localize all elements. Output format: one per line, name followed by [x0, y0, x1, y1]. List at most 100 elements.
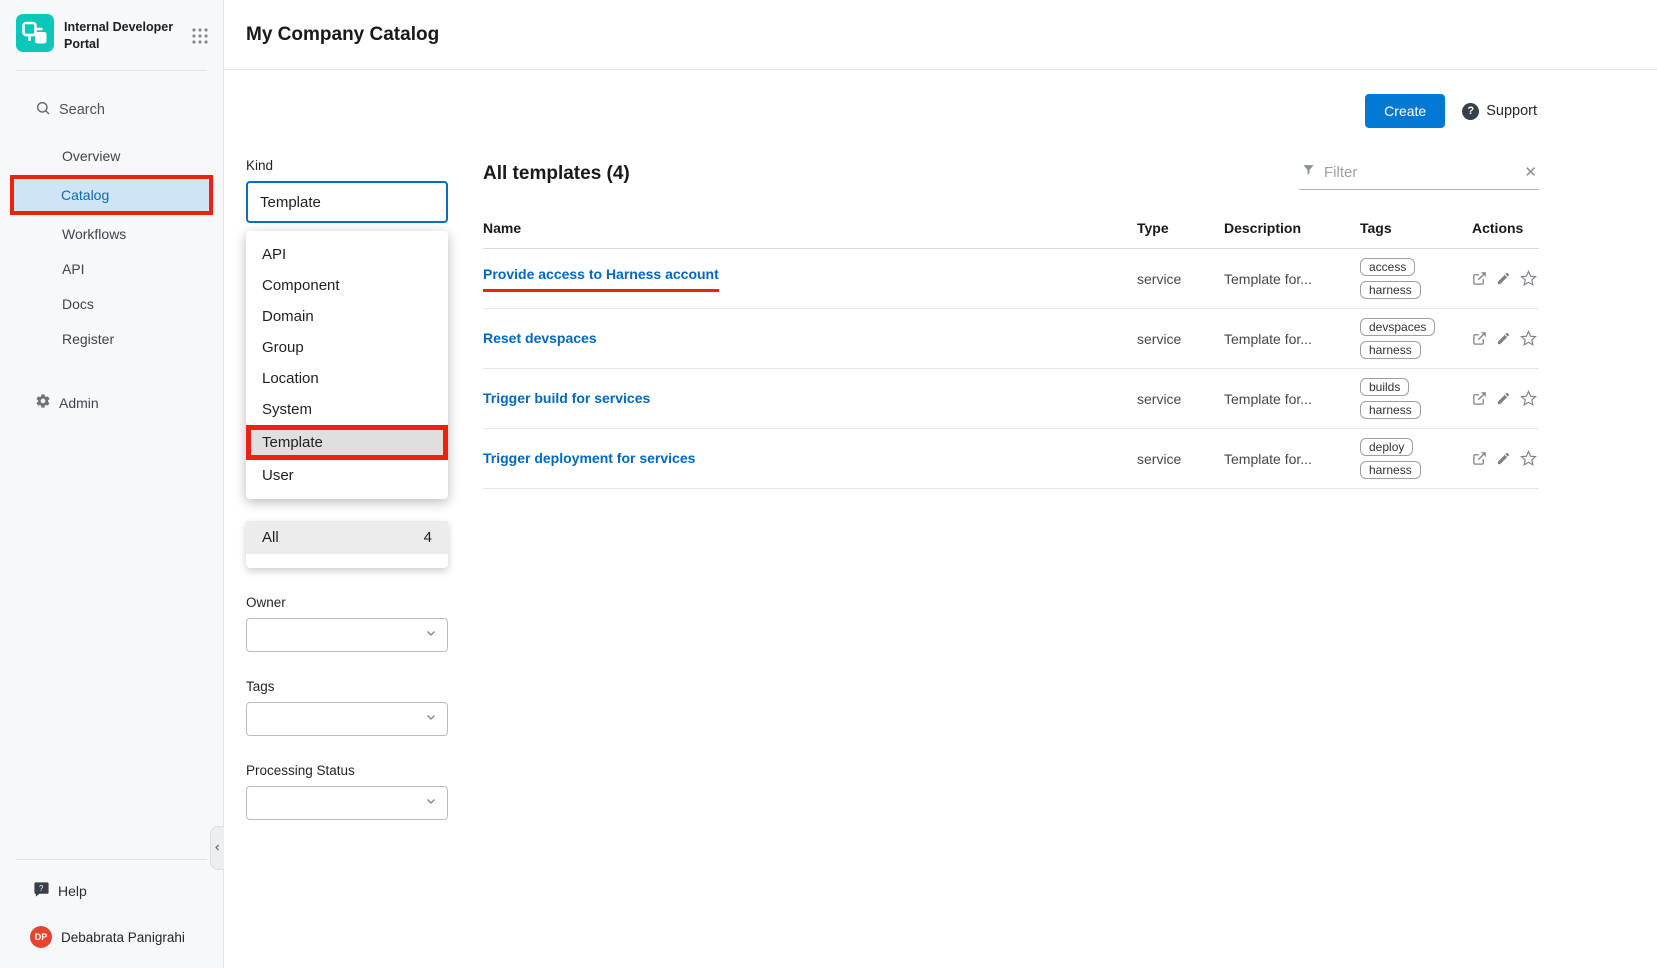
user-menu[interactable]: DP Debabrata Panigrahi — [0, 906, 223, 952]
table-row: Provide access to Harness account servic… — [483, 249, 1539, 309]
edit-pencil-icon[interactable] — [1496, 331, 1511, 346]
tag-chip[interactable]: access — [1360, 258, 1415, 276]
filters-panel: Kind Template API Component Domain Group… — [246, 158, 448, 820]
tag-chip[interactable]: harness — [1360, 461, 1421, 479]
tag-chip[interactable]: builds — [1360, 378, 1409, 396]
column-header-description: Description — [1224, 220, 1360, 236]
tags-label: Tags — [246, 679, 448, 694]
kind-count-all-label: All — [262, 529, 279, 546]
star-icon[interactable] — [1520, 390, 1537, 407]
kind-option-domain[interactable]: Domain — [246, 301, 448, 332]
tag-chip[interactable]: harness — [1360, 401, 1421, 419]
sidebar-nav: Overview Catalog Workflows API Docs Regi… — [0, 137, 223, 358]
svg-text:?: ? — [39, 884, 44, 893]
kind-option-api[interactable]: API — [246, 239, 448, 270]
support-label: Support — [1486, 103, 1537, 119]
template-link[interactable]: Reset devspaces — [483, 330, 597, 346]
divider — [16, 70, 207, 71]
sidebar-bottom: ? Help DP Debabrata Panigrahi — [0, 859, 223, 968]
owner-select[interactable] — [246, 618, 448, 652]
sidebar-search[interactable]: Search — [0, 91, 223, 129]
app-logo-icon — [16, 14, 54, 57]
kind-option-user[interactable]: User — [246, 460, 448, 491]
tags-select[interactable] — [246, 702, 448, 736]
help-chat-icon: ? — [33, 881, 50, 901]
star-icon[interactable] — [1520, 330, 1537, 347]
tag-chip[interactable]: harness — [1360, 341, 1421, 359]
user-name: Debabrata Panigrahi — [61, 930, 185, 945]
table-row: Reset devspaces service Template for... … — [483, 309, 1539, 369]
question-icon: ? — [1462, 103, 1479, 120]
apps-grid-icon[interactable] — [191, 27, 209, 45]
row-tags: devspaces harness — [1360, 318, 1464, 359]
star-icon[interactable] — [1520, 450, 1537, 467]
sidebar-item-api[interactable]: API — [15, 253, 208, 285]
edit-pencil-icon[interactable] — [1496, 271, 1511, 286]
column-header-name: Name — [483, 220, 1137, 236]
owner-label: Owner — [246, 595, 448, 610]
app-window: Internal Developer Portal Search Overvie… — [0, 0, 1657, 968]
toolbar: Create ? Support — [224, 70, 1657, 128]
edit-pencil-icon[interactable] — [1496, 391, 1511, 406]
tag-chip[interactable]: devspaces — [1360, 318, 1435, 336]
tag-chip[interactable]: deploy — [1360, 438, 1413, 456]
sidebar-item-catalog[interactable]: Catalog — [14, 179, 209, 211]
annotation-box-template: Template — [246, 425, 448, 460]
brand: Internal Developer Portal — [0, 0, 223, 70]
sidebar-item-overview[interactable]: Overview — [15, 140, 208, 172]
row-type: service — [1137, 271, 1224, 287]
sidebar-item-register[interactable]: Register — [15, 323, 208, 355]
support-button[interactable]: ? Support — [1462, 103, 1537, 120]
row-actions — [1464, 270, 1539, 287]
template-link[interactable]: Trigger deployment for services — [483, 450, 695, 466]
kind-option-component[interactable]: Component — [246, 270, 448, 301]
sidebar-item-help[interactable]: ? Help — [0, 876, 223, 906]
list-filter: ✕ — [1299, 158, 1539, 190]
chevron-left-icon — [213, 839, 222, 857]
kind-select[interactable]: Template — [246, 181, 448, 223]
avatar: DP — [30, 926, 52, 948]
row-actions — [1464, 390, 1539, 407]
open-in-new-icon[interactable] — [1472, 451, 1487, 466]
open-in-new-icon[interactable] — [1472, 331, 1487, 346]
sidebar-item-workflows[interactable]: Workflows — [15, 218, 208, 250]
clear-filter-icon[interactable]: ✕ — [1524, 165, 1537, 180]
kind-count-all-value: 4 — [424, 529, 432, 546]
table-header-row: Name Type Description Tags Actions — [483, 214, 1539, 249]
processing-status-select[interactable] — [246, 786, 448, 820]
edit-pencil-icon[interactable] — [1496, 451, 1511, 466]
sidebar-item-docs[interactable]: Docs — [15, 288, 208, 320]
chevron-down-icon — [425, 626, 437, 644]
search-label: Search — [59, 102, 105, 118]
template-link[interactable]: Trigger build for services — [483, 390, 650, 406]
row-actions — [1464, 330, 1539, 347]
kind-option-location[interactable]: Location — [246, 363, 448, 394]
funnel-icon — [1301, 162, 1316, 182]
sidebar-collapse-handle[interactable] — [210, 826, 224, 870]
create-button[interactable]: Create — [1365, 94, 1445, 128]
row-tags: access harness — [1360, 258, 1464, 299]
sidebar: Internal Developer Portal Search Overvie… — [0, 0, 224, 968]
gear-icon — [35, 393, 51, 412]
column-header-tags: Tags — [1360, 220, 1464, 236]
kind-option-template[interactable]: Template — [251, 430, 443, 455]
page-header: My Company Catalog — [224, 0, 1657, 70]
page-title: My Company Catalog — [246, 24, 439, 46]
kind-option-system[interactable]: System — [246, 394, 448, 425]
row-type: service — [1137, 451, 1224, 467]
row-description: Template for... — [1224, 451, 1360, 467]
star-icon[interactable] — [1520, 270, 1537, 287]
open-in-new-icon[interactable] — [1472, 391, 1487, 406]
divider — [16, 859, 207, 860]
kind-dropdown-menu: API Component Domain Group Location Syst… — [246, 231, 448, 499]
kind-option-group[interactable]: Group — [246, 332, 448, 363]
templates-list: All templates (4) ✕ Name Type — [483, 158, 1539, 489]
processing-status-label: Processing Status — [246, 763, 448, 778]
sidebar-item-admin[interactable]: Admin — [0, 384, 223, 421]
filter-input[interactable] — [1324, 164, 1516, 181]
main-area: My Company Catalog Create ? Support Kind… — [224, 0, 1657, 968]
kind-count-all[interactable]: All 4 — [246, 521, 448, 554]
open-in-new-icon[interactable] — [1472, 271, 1487, 286]
template-link[interactable]: Provide access to Harness account — [483, 266, 719, 282]
tag-chip[interactable]: harness — [1360, 281, 1421, 299]
